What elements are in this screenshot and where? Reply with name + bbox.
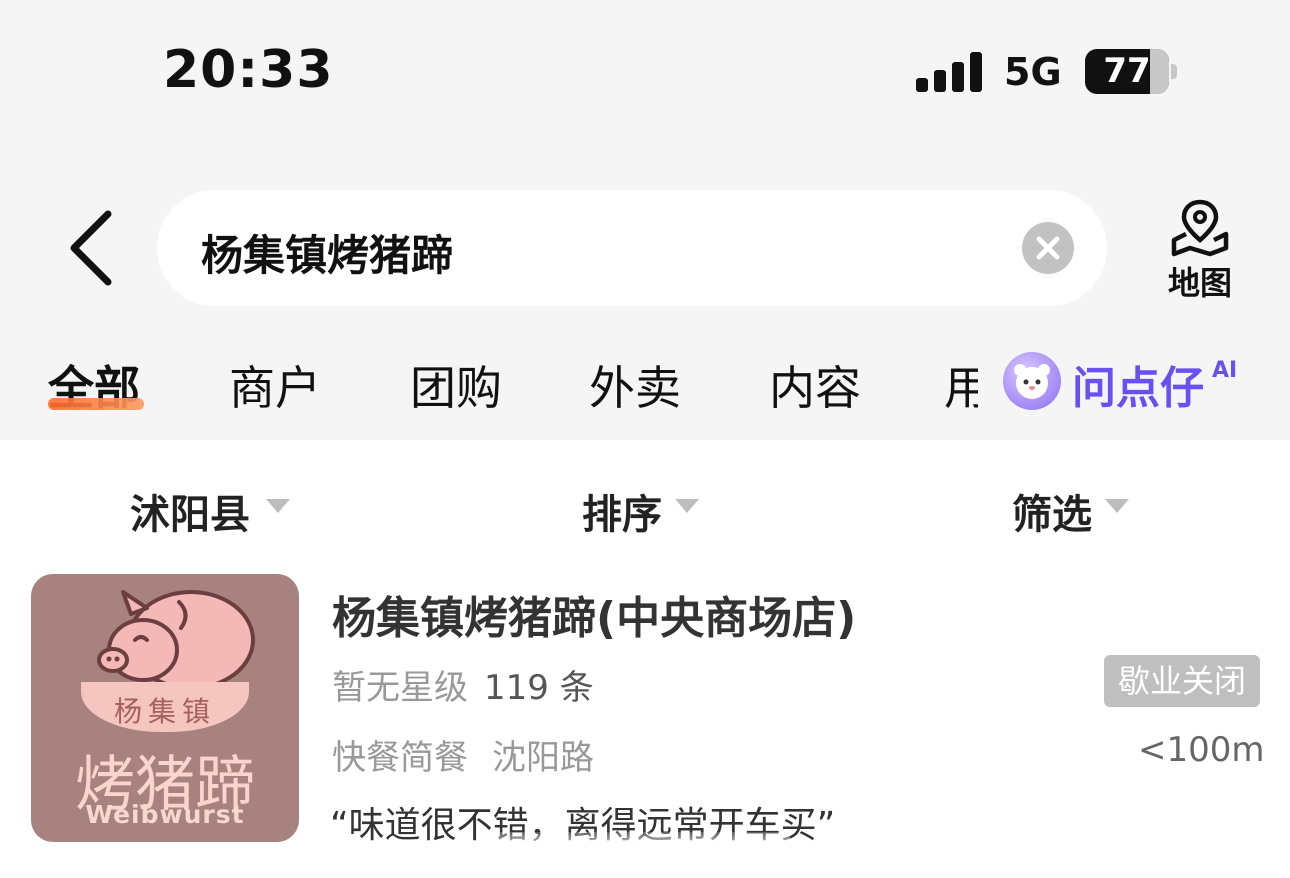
logo-ribbon-text: 杨集镇 <box>113 695 216 728</box>
status-time: 20:33 <box>163 40 334 100</box>
shop-thumbnail[interactable]: 杨集镇 烤猪蹄 Weibwurst <box>31 574 299 842</box>
battery-tip <box>1171 64 1177 79</box>
map-label: 地图 <box>1167 264 1232 302</box>
map-pin-icon <box>1171 199 1229 257</box>
tab-content[interactable]: 内容 <box>769 352 861 418</box>
signal-icon <box>916 52 982 92</box>
caret-down-icon <box>266 499 290 513</box>
filter-screen[interactable]: 筛选 <box>1012 482 1092 540</box>
shop-distance: <100m <box>1138 730 1265 770</box>
shop-category: 快餐简餐 <box>332 738 468 778</box>
tab-active-indicator <box>48 398 144 410</box>
assistant-avatar-icon[interactable] <box>1003 352 1061 410</box>
clear-button[interactable] <box>1022 222 1074 274</box>
tab-truncated[interactable]: 用 <box>944 352 978 412</box>
battery-level: 77 <box>1103 51 1151 91</box>
search-input[interactable]: 杨集镇烤猪蹄 <box>157 190 1107 306</box>
review-count[interactable]: 119 条 <box>484 660 594 709</box>
bear-face-icon <box>1014 364 1050 399</box>
assistant-label[interactable]: 问点仔 <box>1072 352 1204 416</box>
filter-sort[interactable]: 排序 <box>582 482 662 540</box>
battery-icon: 77 <box>1085 49 1169 94</box>
tab-group-buy[interactable]: 团购 <box>410 352 502 418</box>
search-query: 杨集镇烤猪蹄 <box>201 231 454 280</box>
shop-area: 沈阳路 <box>492 738 594 778</box>
caret-down-icon <box>675 499 699 513</box>
logo-ribbon: 杨集镇 <box>81 682 249 732</box>
map-button[interactable]: 地图 <box>1160 196 1240 306</box>
network-label: 5G <box>1004 50 1062 94</box>
caret-down-icon <box>1105 499 1129 513</box>
tab-takeout[interactable]: 外卖 <box>589 352 681 418</box>
close-icon <box>1036 236 1060 260</box>
assistant-ai-badge: AI <box>1212 358 1238 383</box>
scroll-fade-overlay <box>490 832 790 878</box>
chevron-left-icon <box>70 210 112 286</box>
tab-merchants[interactable]: 商户 <box>229 352 321 418</box>
shop-title[interactable]: 杨集镇烤猪蹄(中央商场店) <box>332 582 856 646</box>
tab-truncated-label: 用 <box>944 361 978 412</box>
logo-brand-en: Weibwurst <box>85 800 245 829</box>
back-button[interactable] <box>62 208 122 288</box>
rating-text: 暂无星级 <box>332 668 468 708</box>
filter-region[interactable]: 沭阳县 <box>130 482 250 540</box>
status-badge: 歇业关闭 <box>1104 655 1260 707</box>
